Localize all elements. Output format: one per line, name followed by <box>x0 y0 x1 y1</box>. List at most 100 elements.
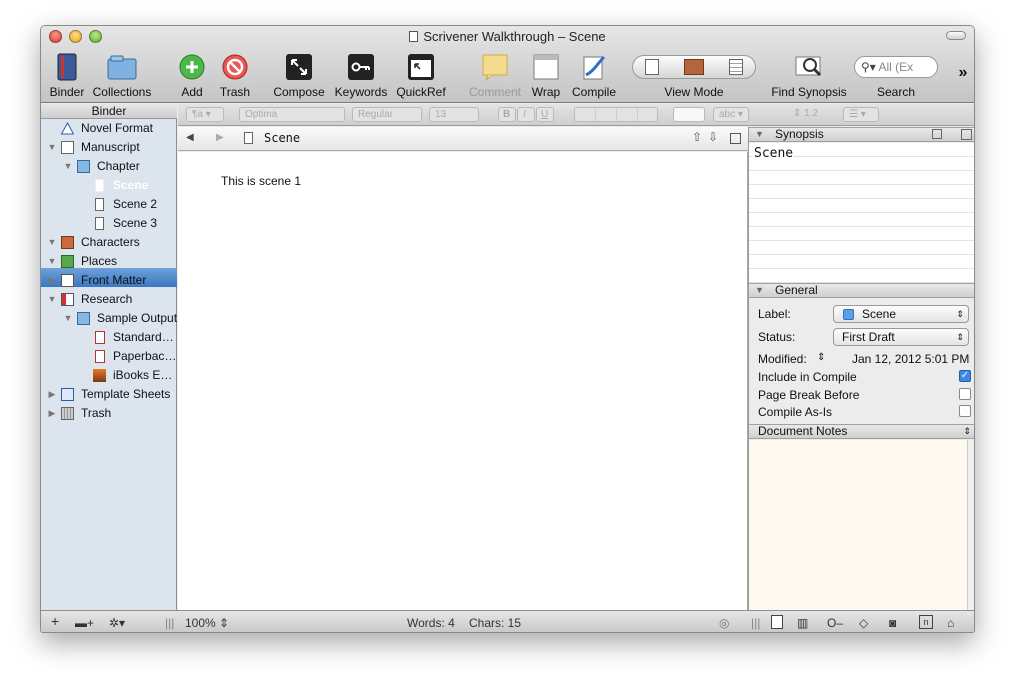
disclosure-closed-icon[interactable]: ▶ <box>47 404 57 423</box>
line-spacing-select[interactable]: ⇕ 1.2 <box>788 107 828 122</box>
find-synopsis-toolbar-button[interactable]: Find Synopsis <box>769 51 849 99</box>
binder-item-research[interactable]: ▼ Research <box>41 290 177 309</box>
disclosure-open-icon[interactable]: ▼ <box>47 252 57 271</box>
back-arrow-icon[interactable]: ◀ <box>186 132 194 143</box>
binder-item-novel-format[interactable]: Novel Format <box>41 119 177 138</box>
binder-item-sample-output[interactable]: ▼ Sample Output <box>41 309 177 328</box>
disclosure-open-icon[interactable]: ▼ <box>755 284 764 297</box>
document-icon <box>95 198 104 211</box>
synopsis-image-toggle-icon[interactable] <box>932 129 942 139</box>
notes-tab-icon[interactable] <box>771 615 783 629</box>
binder-item-template-sheets[interactable]: ▶ Template Sheets <box>41 385 177 404</box>
add-folder-icon[interactable]: ▬+ <box>75 616 94 630</box>
general-header: ▼ General <box>749 283 974 298</box>
disclosure-open-icon[interactable]: ▼ <box>47 233 57 252</box>
toolbar-toggle-button[interactable] <box>946 31 966 40</box>
underline-button[interactable]: U <box>536 107 554 122</box>
custom-meta-tab-icon[interactable]: ◇ <box>859 616 868 630</box>
status-select[interactable]: First Draft ⇕ <box>833 328 969 346</box>
split-editor-icon[interactable] <box>730 133 741 144</box>
bold-button[interactable]: B <box>498 107 516 122</box>
collections-icon <box>107 55 137 79</box>
modified-toggle-icon[interactable]: ⇕ <box>817 352 825 363</box>
comment-toolbar-button[interactable]: Comment <box>467 51 523 99</box>
binder-item-paperback[interactable]: Paperbac… <box>41 347 177 366</box>
compile-toolbar-button[interactable]: Compile <box>569 51 619 99</box>
binder-item-standard[interactable]: Standard… <box>41 328 177 347</box>
font-size-select[interactable]: 13 <box>429 107 479 122</box>
alignment-buttons[interactable] <box>574 107 658 122</box>
paragraph-style-menu[interactable]: ¶a ▾ <box>186 107 224 122</box>
compile-as-is-checkbox[interactable] <box>959 405 971 417</box>
disclosure-open-icon[interactable]: ▼ <box>63 157 73 176</box>
keywords-toolbar-button[interactable]: Keywords <box>332 51 390 99</box>
label-select[interactable]: Scene ⇕ <box>833 305 969 323</box>
synopsis-area[interactable]: Scene <box>749 143 974 283</box>
document-view-icon[interactable] <box>645 58 660 75</box>
resize-handle-icon[interactable]: ||| <box>751 616 760 630</box>
binder-item-characters[interactable]: ▼ Characters <box>41 233 177 252</box>
next-document-icon[interactable]: ⇩ <box>708 130 718 144</box>
quickref-toolbar-button[interactable]: QuickRef <box>395 51 447 99</box>
font-weight-select[interactable]: Regular <box>352 107 422 122</box>
editor-body-text[interactable]: This is scene 1 <box>221 174 301 188</box>
wrap-toolbar-button[interactable]: Wrap <box>529 51 563 99</box>
binder-toolbar-button[interactable]: Binder <box>49 51 85 99</box>
view-mode-control[interactable]: View Mode <box>631 51 757 99</box>
toolbar-overflow-button[interactable]: » <box>953 64 973 82</box>
compose-toolbar-button[interactable]: Compose <box>273 51 325 99</box>
references-tab-icon[interactable]: ▥ <box>797 616 808 630</box>
resize-icon[interactable] <box>961 129 972 140</box>
forward-arrow-icon[interactable]: ▶ <box>216 132 224 143</box>
font-family-select[interactable]: Optima <box>239 107 345 122</box>
lock-icon[interactable]: ⌂ <box>947 616 954 630</box>
binder-item-scene-3[interactable]: Scene 3 <box>41 214 177 233</box>
gear-icon[interactable]: ✲▾ <box>109 616 125 630</box>
binder-sidebar: Novel Format ▼ Manuscript ▼ Chapter Scen… <box>41 119 177 610</box>
collections-toolbar-button[interactable]: Collections <box>89 51 155 99</box>
document-notes-area[interactable] <box>749 440 967 610</box>
zoom-select[interactable]: 100% ⇕ <box>185 616 229 630</box>
disclosure-open-icon[interactable]: ▼ <box>63 309 73 328</box>
text-color-well[interactable] <box>673 107 705 122</box>
trash-toolbar-button[interactable]: Trash <box>217 51 253 99</box>
binder-item-chapter[interactable]: ▼ Chapter <box>41 157 177 176</box>
page-break-before-checkbox[interactable] <box>959 388 971 400</box>
snapshots-tab-icon[interactable]: ◙ <box>889 616 896 630</box>
binder-item-scene-2[interactable]: Scene 2 <box>41 195 177 214</box>
binder-item-scene[interactable]: Scene <box>41 176 177 195</box>
disclosure-open-icon[interactable]: ▼ <box>47 138 57 157</box>
highlight-button[interactable]: abc ▾ <box>713 107 749 122</box>
resize-handle-icon[interactable]: ||| <box>165 616 174 630</box>
italic-button[interactable]: I <box>517 107 535 122</box>
disclosure-closed-icon[interactable]: ▶ <box>47 271 57 290</box>
previous-document-icon[interactable]: ⇧ <box>692 130 702 144</box>
add-document-icon[interactable]: + <box>51 613 59 629</box>
pdf-icon <box>95 350 105 363</box>
binder-header: Binder <box>41 104 177 119</box>
include-in-compile-checkbox[interactable]: ✓ <box>959 370 971 382</box>
outline-view-icon[interactable] <box>728 58 743 75</box>
binder-item-manuscript[interactable]: ▼ Manuscript <box>41 138 177 157</box>
binder-item-places[interactable]: ▼ Places <box>41 252 177 271</box>
compile-as-is-label: Compile As-Is <box>758 405 833 419</box>
binder-item-ibooks[interactable]: iBooks E… <box>41 366 177 385</box>
binder-item-front-matter[interactable]: ▶ Front Matter <box>41 271 177 290</box>
editor-text-area[interactable]: This is scene 1 <box>178 152 748 610</box>
search-input[interactable]: ⚲▾ All (Ex <box>854 55 938 78</box>
target-icon[interactable]: ◎ <box>719 616 729 630</box>
notes-scrollbar[interactable] <box>967 440 974 610</box>
pdf-icon <box>95 331 105 344</box>
synopsis-title[interactable]: Scene <box>754 146 794 161</box>
keywords-tab-icon[interactable]: O‒ <box>827 616 843 630</box>
select-arrows-icon[interactable]: ⇕ <box>963 425 971 438</box>
disclosure-closed-icon[interactable]: ▶ <box>47 385 57 404</box>
disclosure-open-icon[interactable]: ▼ <box>47 290 57 309</box>
list-style-menu[interactable]: ☰ ▾ <box>843 107 879 122</box>
corkboard-view-icon[interactable] <box>683 58 704 75</box>
compose-icon <box>286 53 312 80</box>
disclosure-open-icon[interactable]: ▼ <box>755 128 764 141</box>
comments-tab-icon[interactable]: n <box>919 615 933 629</box>
binder-item-trash[interactable]: ▶ Trash <box>41 404 177 423</box>
add-toolbar-button[interactable]: Add <box>175 51 209 99</box>
